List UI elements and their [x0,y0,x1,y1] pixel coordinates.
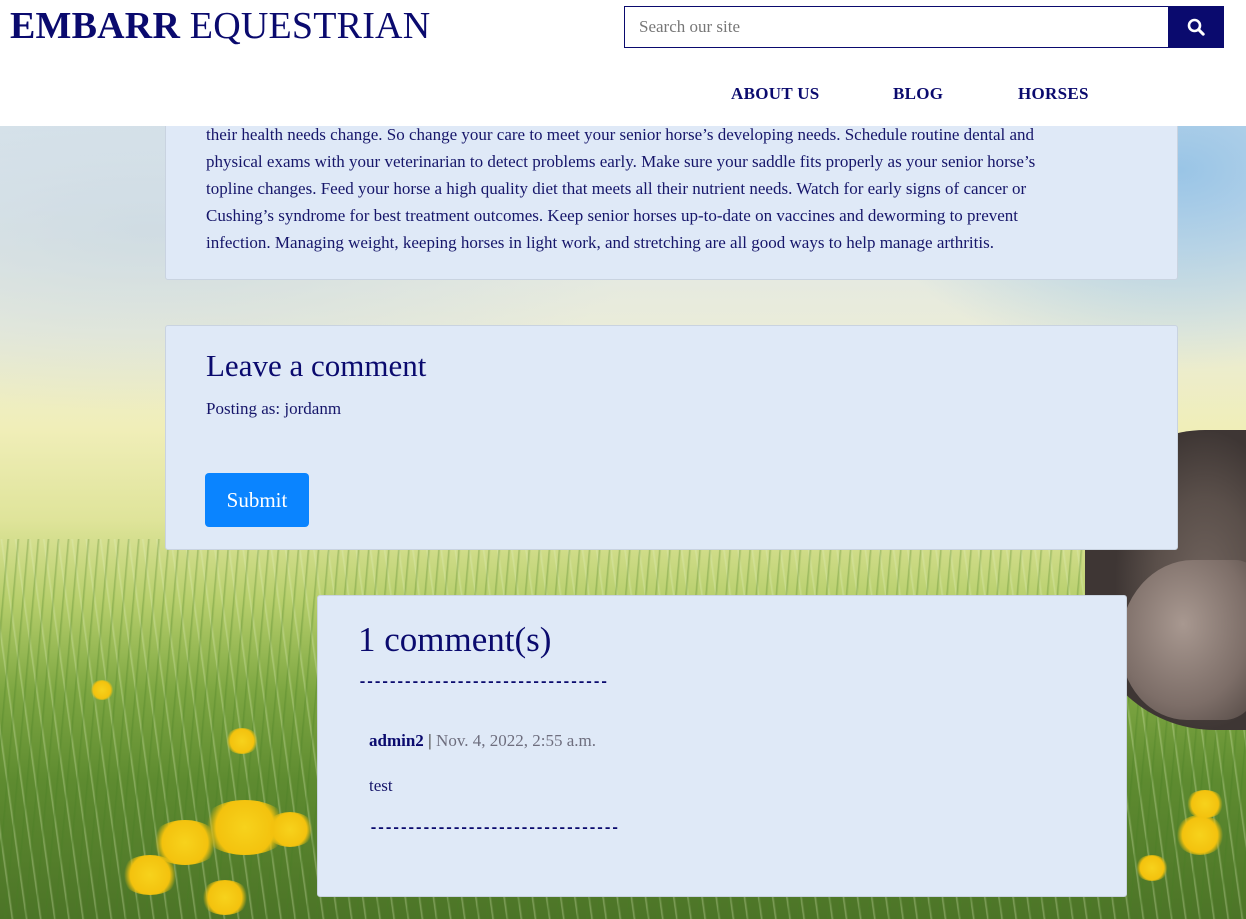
nav-item-about-us[interactable]: ABOUT US [731,84,820,104]
article-body: their health needs change. So change you… [206,121,1106,256]
submit-button[interactable]: Submit [205,473,309,527]
nav-item-horses[interactable]: HORSES [1018,84,1089,104]
main-nav: ABOUT US BLOG HORSES [0,84,1246,106]
comment-separator: | [428,731,432,750]
dandelion-decoration [1185,790,1225,818]
brand-bold: EMBARR [10,5,181,47]
comment-form-title: Leave a comment [206,348,427,383]
dandelion-decoration [1135,855,1169,881]
article-line: topline changes. Feed your horse a high … [206,179,1027,198]
comment-date: Nov. 4, 2022, 2:55 a.m. [436,731,596,750]
comment-author[interactable]: admin2 [369,731,424,750]
comments-count-title: 1 comment(s) [358,620,552,659]
search-button[interactable] [1168,6,1224,48]
posting-as-label: Posting as: jordanm [206,399,342,418]
article-card: their health needs change. So change you… [165,100,1178,280]
comment-meta: admin2 | Nov. 4, 2022, 2:55 a.m. [369,731,596,751]
dandelion-decoration [200,880,250,915]
site-logo[interactable]: EMBARR EQUESTRIAN [10,4,430,48]
comment-body: test [369,776,393,795]
comments-divider: --------------------------------- [358,674,609,691]
dandelion-decoration [90,680,114,700]
dandelion-decoration [225,728,259,754]
search-input[interactable] [624,6,1168,48]
article-line: physical exams with your veterinarian to… [206,152,1036,171]
site-header: EMBARR EQUESTRIAN ABOUT US BLOG HORSES [0,0,1246,126]
comments-card: 1 comment(s) ---------------------------… [317,595,1127,897]
search-icon [1187,18,1205,36]
dandelion-decoration [120,855,180,895]
article-line: infection. Managing weight, keeping hors… [206,233,994,252]
nav-item-blog[interactable]: BLOG [893,84,943,104]
dandelion-decoration [265,812,315,847]
comment-divider: --------------------------------- [369,820,620,837]
search-bar [624,6,1224,48]
comment-form-card: Leave a comment Posting as: jordanm Subm… [165,325,1178,550]
brand-rest: EQUESTRIAN [189,5,431,47]
article-line: Cushing’s syndrome for best treatment ou… [206,206,1019,225]
dandelion-decoration [1175,815,1225,855]
